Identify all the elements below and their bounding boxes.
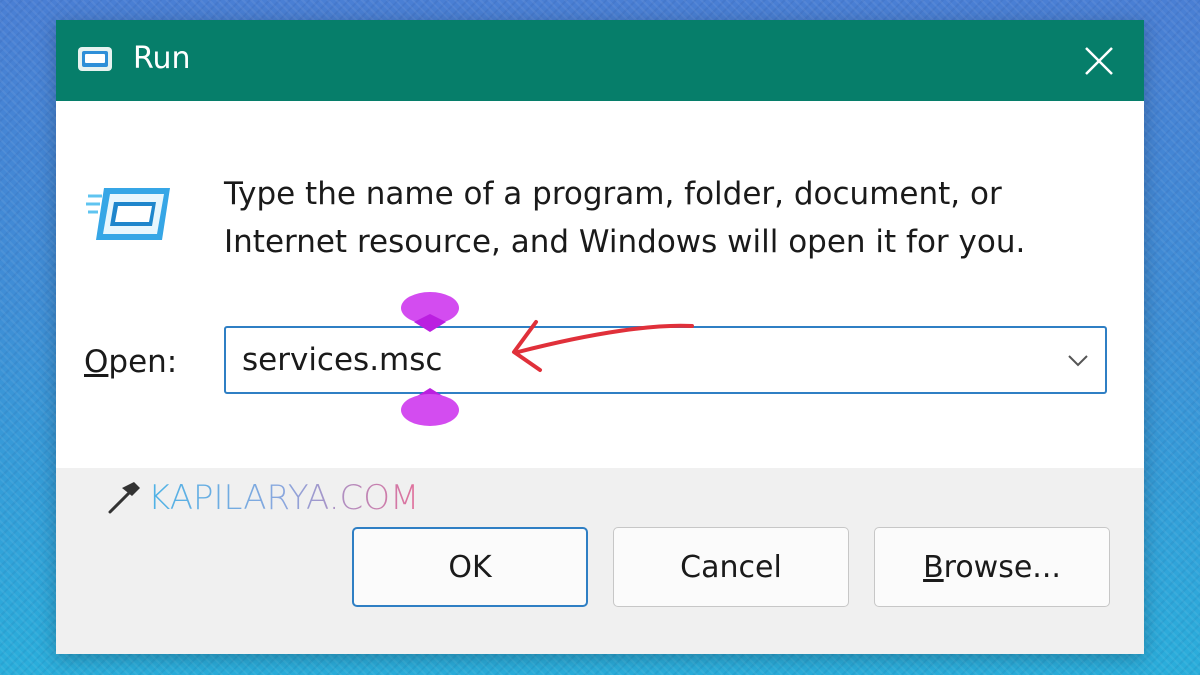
run-description: Type the name of a program, folder, docu… — [224, 170, 1084, 266]
ok-button-label: OK — [448, 549, 492, 585]
browse-button[interactable]: Browse... — [874, 527, 1110, 607]
description-line-1: Type the name of a program, folder, docu… — [224, 176, 1002, 212]
selection-handle-top[interactable] — [400, 292, 460, 334]
close-button[interactable] — [1054, 20, 1144, 101]
run-dialog: Run Type the name of a program, folder, … — [56, 20, 1144, 654]
watermark: KAPILARYA.COM — [104, 478, 419, 518]
description-line-2: Internet resource, and Windows will open… — [224, 224, 1026, 260]
ok-button[interactable]: OK — [352, 527, 588, 607]
window-title: Run — [133, 41, 191, 76]
cancel-button[interactable]: Cancel — [613, 527, 849, 607]
title-bar[interactable]: Run — [56, 20, 1144, 101]
dropdown-button[interactable] — [1063, 347, 1093, 375]
chevron-down-icon — [1068, 355, 1088, 367]
hammer-icon — [108, 482, 140, 514]
watermark-text: KAPILARYA.COM — [148, 478, 420, 518]
open-label-text: pen: — [108, 344, 178, 380]
cancel-button-label: Cancel — [680, 549, 782, 585]
run-program-icon — [86, 186, 176, 250]
open-label: Open: — [84, 342, 177, 382]
selection-handle-bottom[interactable] — [400, 386, 460, 428]
run-icon — [76, 44, 114, 78]
browse-button-label: rowse... — [943, 549, 1061, 585]
close-icon — [1085, 46, 1113, 75]
open-label-mnemonic: O — [84, 344, 109, 380]
browse-button-mnemonic: B — [923, 549, 944, 585]
annotation-arrow — [512, 320, 694, 372]
